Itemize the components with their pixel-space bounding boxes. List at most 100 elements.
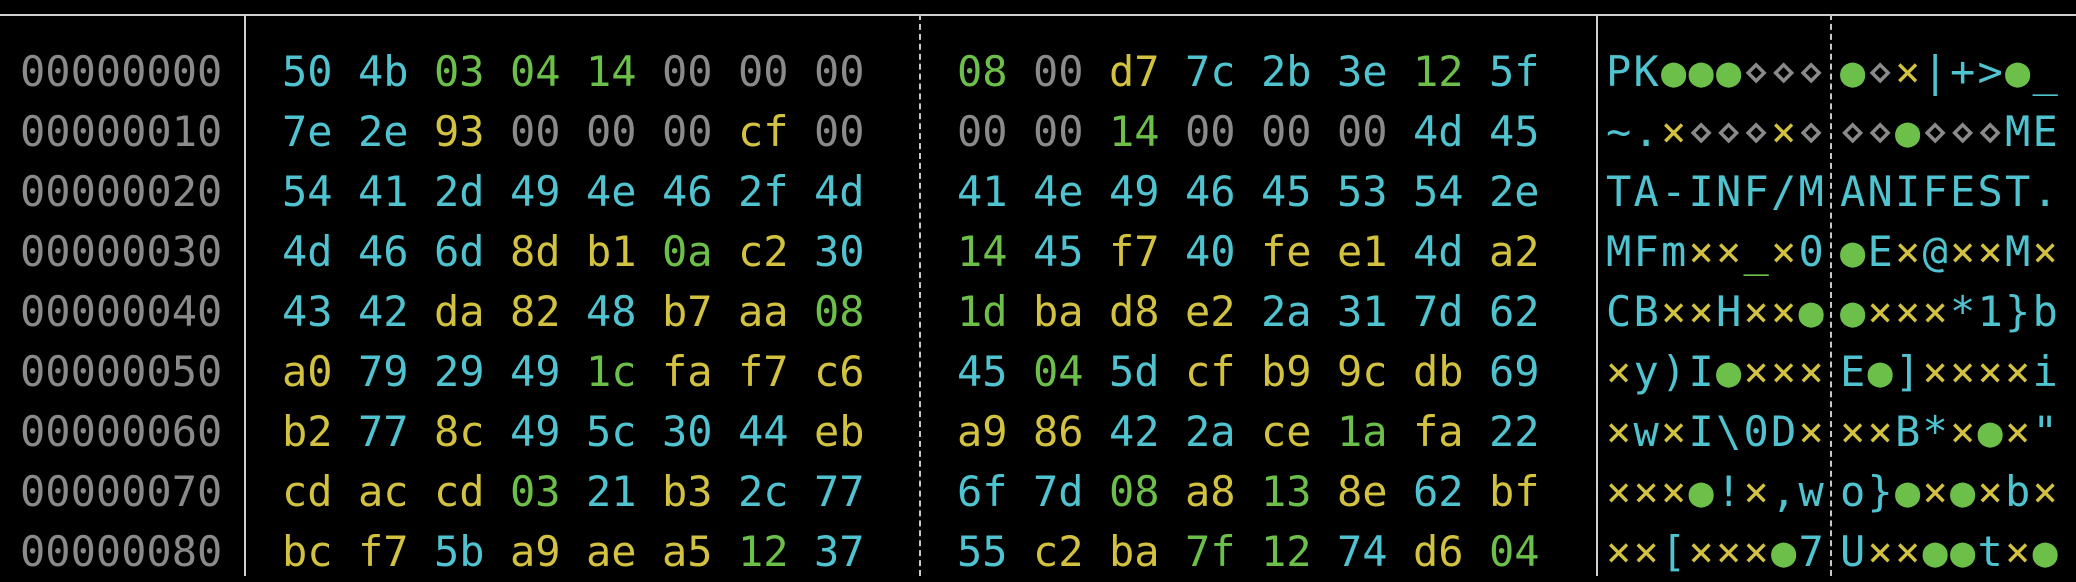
- hex-byte: 8e: [1337, 467, 1388, 516]
- top-border: [0, 14, 2076, 16]
- ascii-char: w: [1798, 467, 1824, 516]
- hex-byte: 44: [738, 407, 789, 456]
- ascii-char: ⋄: [1743, 47, 1769, 96]
- hex-byte: 55: [957, 527, 1008, 576]
- hex-byte: 00: [1033, 47, 1084, 96]
- offset-label: 00000020: [20, 167, 223, 216]
- hexdump-row: 00000080 bc f7 5b a9 ae a5 12 37 55 c2 ba 7f 12 74 d6 04…: [0, 522, 2076, 582]
- hex-byte: 29: [434, 347, 485, 396]
- hex-byte: 13: [1261, 467, 1312, 516]
- ascii-char: ×: [1771, 287, 1797, 336]
- hex-byte: 00: [662, 47, 713, 96]
- ascii-char: F: [1743, 167, 1769, 216]
- ascii-char: t: [1977, 527, 2003, 576]
- ascii-char: ×: [1922, 287, 1948, 336]
- ascii-char: ●: [1840, 227, 1866, 276]
- offset-label: 00000000: [20, 47, 223, 96]
- ascii-char: _: [2032, 47, 2058, 96]
- hex-byte: 42: [1109, 407, 1160, 456]
- hex-byte: 08: [1109, 467, 1160, 516]
- ascii-char: +: [1950, 47, 1976, 96]
- ascii-char: i: [2032, 347, 2058, 396]
- hexdump-row: 00000070 cd ac cd 03 21 b3 2c 77 6f 7d 08 a8 13 8e 62 bf…: [0, 462, 2076, 522]
- hex-byte: 22: [1489, 407, 1540, 456]
- ascii-char: ●: [1716, 347, 1742, 396]
- ascii-char: *: [1922, 407, 1948, 456]
- hex-byte: c2: [738, 227, 789, 276]
- hex-byte: 00: [662, 107, 713, 156]
- ascii-char: ×: [1771, 347, 1797, 396]
- hex-byte: 14: [1109, 107, 1160, 156]
- hex-byte: 46: [662, 167, 713, 216]
- hex-byte: 4d: [814, 167, 865, 216]
- hex-byte: 41: [957, 167, 1008, 216]
- hex-byte: 5d: [1109, 347, 1160, 396]
- ascii-char: I: [1895, 167, 1921, 216]
- hex-byte: a8: [1185, 467, 1236, 516]
- ascii-char: ⋄: [1950, 107, 1976, 156]
- hex-byte: f7: [738, 347, 789, 396]
- ascii-char: ●: [1867, 347, 1893, 396]
- hex-byte: 14: [957, 227, 1008, 276]
- ascii-char: M: [1798, 167, 1824, 216]
- hex-byte: 9c: [1337, 347, 1388, 396]
- ascii-char: o: [1840, 467, 1866, 516]
- hex-byte: 77: [358, 407, 409, 456]
- hex-byte: 2a: [1261, 287, 1312, 336]
- offset-label: 00000030: [20, 227, 223, 276]
- ascii-char: ●: [1661, 47, 1687, 96]
- hex-byte: 2e: [1489, 167, 1540, 216]
- hex-byte: 40: [1185, 227, 1236, 276]
- ascii-char: ×: [1688, 227, 1714, 276]
- hex-byte: cf: [738, 107, 789, 156]
- ascii-char: ●: [1840, 287, 1866, 336]
- ascii-char: ⋄: [1867, 47, 1893, 96]
- ascii-char: ×: [1716, 527, 1742, 576]
- offset-label: 00000050: [20, 347, 223, 396]
- ascii-char: ⋄: [1771, 47, 1797, 96]
- ascii-char: .: [2032, 167, 2058, 216]
- hex-byte: 00: [1337, 107, 1388, 156]
- hexdump-row: 00000010 7e 2e 93 00 00 00 cf 00 00 00 14 00 00 00 4d 45…: [0, 102, 2076, 162]
- hex-byte: a9: [957, 407, 1008, 456]
- ascii-char: ×: [1606, 467, 1632, 516]
- ascii-char: \: [1716, 407, 1742, 456]
- ascii-char: ⋄: [1743, 107, 1769, 156]
- ascii-char: M: [2005, 107, 2031, 156]
- hex-byte: aa: [738, 287, 789, 336]
- ascii-char: ×: [1867, 527, 1893, 576]
- hex-byte: cd: [434, 467, 485, 516]
- ascii-char: ⋄: [1922, 107, 1948, 156]
- ascii-char: I: [1688, 347, 1714, 396]
- ascii-char: ●: [1950, 527, 1976, 576]
- ascii-char: _: [1743, 227, 1769, 276]
- ascii-char: ⋄: [1798, 47, 1824, 96]
- ascii-char: ●: [1716, 47, 1742, 96]
- hex-byte: 49: [510, 407, 561, 456]
- hex-byte: 00: [1261, 107, 1312, 156]
- hex-byte: 00: [957, 107, 1008, 156]
- ascii-char: }: [1867, 467, 1893, 516]
- ascii-char: M: [1606, 227, 1632, 276]
- ascii-char: ×: [1661, 467, 1687, 516]
- hexdump-row: 00000060 b2 77 8c 49 5c 30 44 eb a9 86 42 2a ce 1a fa 22…: [0, 402, 2076, 462]
- ascii-char: ×: [1798, 347, 1824, 396]
- hex-byte: 49: [1109, 167, 1160, 216]
- ascii-char: ×: [1895, 47, 1921, 96]
- ascii-char: ×: [1977, 227, 2003, 276]
- ascii-char: A: [1633, 167, 1659, 216]
- hex-byte: b9: [1261, 347, 1312, 396]
- hex-byte: eb: [814, 407, 865, 456]
- ascii-char: ×: [1743, 347, 1769, 396]
- hex-byte: bc: [282, 527, 333, 576]
- hex-byte: 00: [1185, 107, 1236, 156]
- ascii-char: N: [1867, 167, 1893, 216]
- hex-byte: 5c: [586, 407, 637, 456]
- hex-byte: 2d: [434, 167, 485, 216]
- hex-byte: cf: [1185, 347, 1236, 396]
- hex-byte: e1: [1337, 227, 1388, 276]
- hex-byte: 4d: [1413, 107, 1464, 156]
- hex-byte: 00: [586, 107, 637, 156]
- hex-byte: db: [1413, 347, 1464, 396]
- ascii-char: ×: [1633, 527, 1659, 576]
